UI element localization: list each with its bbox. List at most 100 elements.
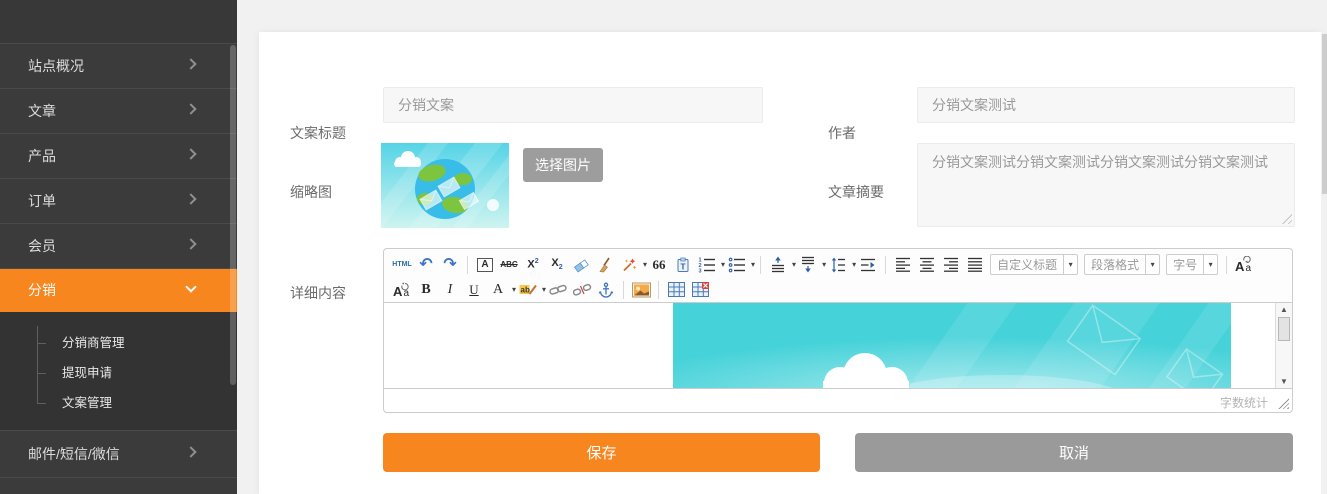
toolbar-highlight-color-button[interactable]: ab bbox=[517, 279, 539, 301]
title-label: 文案标题 bbox=[290, 123, 346, 143]
thumbnail-label: 缩略图 bbox=[290, 182, 332, 202]
page-scrollbar-thumb[interactable] bbox=[1322, 34, 1327, 194]
sidebar-item-articles[interactable]: 文章 bbox=[0, 89, 237, 134]
chevron-down-icon[interactable]: ▾ bbox=[1145, 254, 1159, 275]
svg-text:T: T bbox=[680, 261, 686, 271]
sidebar-submenu: 分销商管理 提现申请 文案管理 bbox=[0, 312, 237, 431]
toolbar-letter-case-2-button[interactable]: Aa bbox=[391, 279, 413, 301]
toolbar-align-justify-button[interactable] bbox=[964, 254, 986, 276]
chevron-down-icon[interactable]: ▾ bbox=[822, 260, 826, 269]
content-panel: 文案标题 作者 缩略图 bbox=[259, 32, 1321, 494]
toolbar-underline-button[interactable]: U bbox=[463, 279, 485, 301]
content-label: 详细内容 bbox=[290, 283, 346, 303]
author-input[interactable] bbox=[917, 87, 1295, 123]
sidebar-scrollbar-thumb[interactable] bbox=[230, 45, 236, 385]
toolbar-delete-table-button[interactable] bbox=[689, 279, 711, 301]
chevron-right-icon bbox=[185, 103, 196, 114]
toolbar-strikethrough-button[interactable]: ABC bbox=[498, 254, 520, 276]
chevron-down-icon[interactable]: ▾ bbox=[1063, 254, 1077, 275]
submenu-item-copy-management[interactable]: 文案管理 bbox=[0, 388, 237, 418]
toolbar-superscript-button[interactable]: X2 bbox=[522, 254, 544, 276]
editor-content-area[interactable] bbox=[384, 303, 1292, 388]
textarea-resize-grip[interactable] bbox=[1282, 214, 1292, 224]
sidebar-item-products[interactable]: 产品 bbox=[0, 134, 237, 179]
sidebar-item-mail-sms-wechat[interactable]: 邮件/短信/微信 bbox=[0, 431, 237, 478]
toolbar-combo-自定义标题[interactable]: 自定义标题▾ bbox=[990, 254, 1078, 275]
chevron-right-icon bbox=[185, 58, 196, 69]
toolbar-html-source-button[interactable]: HTML bbox=[391, 254, 413, 276]
toolbar-insert-image-button[interactable] bbox=[630, 279, 652, 301]
toolbar-separator bbox=[760, 256, 761, 274]
chevron-right-icon bbox=[185, 238, 196, 249]
toolbar-italic-button[interactable]: I bbox=[439, 279, 461, 301]
toolbar-line-height-button[interactable] bbox=[827, 254, 849, 276]
sidebar-item-label: 会员 bbox=[28, 238, 56, 254]
combo-label: 段落格式 bbox=[1085, 256, 1145, 273]
toolbar-align-right-button[interactable] bbox=[940, 254, 962, 276]
toolbar-align-center-button[interactable] bbox=[916, 254, 938, 276]
sidebar-item-label: 邮件/短信/微信 bbox=[28, 446, 120, 462]
scroll-down-icon[interactable]: ▼ bbox=[1276, 377, 1292, 386]
editor-scrollbar-thumb[interactable] bbox=[1278, 317, 1290, 341]
svg-text:ab: ab bbox=[520, 285, 529, 294]
toolbar-auto-typeset-wand-button[interactable] bbox=[618, 254, 640, 276]
toolbar-format-broom-button[interactable] bbox=[594, 254, 616, 276]
toolbar-subscript-button[interactable]: X2 bbox=[546, 254, 568, 276]
page-scrollbar[interactable] bbox=[1321, 32, 1327, 494]
chevron-down-icon[interactable]: ▾ bbox=[1203, 254, 1217, 275]
toolbar-indent-button[interactable] bbox=[857, 254, 879, 276]
toolbar-unlink-button[interactable] bbox=[571, 279, 593, 301]
toolbar-redo-button[interactable]: ↷ bbox=[439, 254, 461, 276]
toolbar-ordered-list-button[interactable]: 123 bbox=[696, 254, 718, 276]
save-button[interactable]: 保存 bbox=[383, 433, 820, 472]
scroll-up-icon[interactable]: ▲ bbox=[1276, 305, 1292, 314]
toolbar-row-2: AaBIUA▾ab▾ bbox=[390, 277, 1286, 302]
toolbar-undo-button[interactable]: ↶ bbox=[415, 254, 437, 276]
toolbar-font-color-button[interactable]: A bbox=[487, 279, 509, 301]
chevron-right-icon bbox=[185, 148, 196, 159]
toolbar-paste-text-button[interactable]: T bbox=[672, 254, 694, 276]
sidebar-item-members[interactable]: 会员 bbox=[0, 224, 237, 269]
sidebar-item-site-overview[interactable]: 站点概况 bbox=[0, 44, 237, 89]
sidebar-item-label: 文章 bbox=[28, 103, 56, 119]
title-input[interactable] bbox=[383, 87, 763, 123]
toolbar-combo-字号[interactable]: 字号▾ bbox=[1166, 254, 1218, 275]
sidebar-item-distribution[interactable]: 分销 bbox=[0, 269, 237, 312]
toolbar-boxed-a-button[interactable]: A bbox=[474, 254, 496, 276]
sidebar-item-label: 分销 bbox=[28, 282, 56, 298]
toolbar-combo-段落格式[interactable]: 段落格式▾ bbox=[1084, 254, 1160, 275]
editor-resize-grip[interactable] bbox=[1278, 398, 1289, 409]
toolbar-paragraph-space-bottom-button[interactable] bbox=[797, 254, 819, 276]
toolbar-link-button[interactable] bbox=[547, 279, 569, 301]
chevron-down-icon[interactable]: ▾ bbox=[643, 260, 647, 269]
toolbar-insert-table-button[interactable] bbox=[665, 279, 687, 301]
chevron-down-icon[interactable]: ▾ bbox=[542, 285, 546, 294]
svg-text:a: a bbox=[1246, 263, 1252, 273]
cancel-button[interactable]: 取消 bbox=[855, 433, 1293, 472]
chevron-down-icon[interactable]: ▾ bbox=[512, 285, 516, 294]
submenu-item-distributor-management[interactable]: 分销商管理 bbox=[0, 328, 237, 358]
editor-content-image[interactable] bbox=[673, 303, 1231, 388]
toolbar-letter-case-button[interactable]: Aa bbox=[1233, 254, 1255, 276]
toolbar-blockquote-button[interactable]: 66 bbox=[648, 254, 670, 276]
submenu-item-withdrawal-requests[interactable]: 提现申请 bbox=[0, 358, 237, 388]
summary-textarea[interactable]: 分销文案测试分销文案测试分销文案测试分销文案测试 bbox=[917, 143, 1295, 227]
editor-scrollbar[interactable]: ▲ ▼ bbox=[1275, 303, 1292, 388]
toolbar-unordered-list-button[interactable] bbox=[726, 254, 748, 276]
toolbar-paragraph-space-top-button[interactable] bbox=[767, 254, 789, 276]
toolbar-anchor-button[interactable] bbox=[595, 279, 617, 301]
toolbar-eraser-button[interactable] bbox=[570, 254, 592, 276]
toolbar-align-left-button[interactable] bbox=[892, 254, 914, 276]
sidebar-item-label: 产品 bbox=[28, 148, 56, 164]
sidebar-item-orders[interactable]: 订单 bbox=[0, 179, 237, 224]
chevron-down-icon[interactable]: ▾ bbox=[751, 260, 755, 269]
toolbar-separator bbox=[467, 256, 468, 274]
choose-image-button[interactable]: 选择图片 bbox=[523, 148, 603, 182]
toolbar-bold-button[interactable]: B bbox=[415, 279, 437, 301]
sidebar: 站点概况 文章 产品 订单 会员 分销 分销商管理 提现申请 文案管理 邮件/短… bbox=[0, 0, 237, 494]
chevron-down-icon[interactable]: ▾ bbox=[852, 260, 856, 269]
chevron-right-icon bbox=[185, 446, 196, 457]
chevron-down-icon[interactable]: ▾ bbox=[721, 260, 725, 269]
chevron-down-icon bbox=[185, 281, 196, 292]
chevron-down-icon[interactable]: ▾ bbox=[792, 260, 796, 269]
